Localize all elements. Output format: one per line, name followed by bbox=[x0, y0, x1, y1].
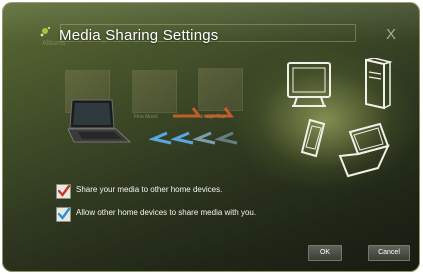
laptop-icon bbox=[67, 99, 132, 143]
sharing-arrows-icon bbox=[173, 107, 234, 118]
close-icon[interactable]: X bbox=[384, 26, 398, 44]
checkmark-icon bbox=[58, 185, 70, 197]
notebook-icon bbox=[338, 122, 390, 178]
ok-button[interactable]: OK bbox=[308, 245, 342, 261]
share-media-checkbox[interactable] bbox=[56, 184, 71, 199]
cancel-button[interactable]: Cancel bbox=[368, 245, 410, 261]
media-sharing-dialog: Media Sharing Settings Albums X Fine Mus… bbox=[2, 2, 420, 272]
checkmark-icon bbox=[58, 208, 70, 220]
desktop-monitor-icon bbox=[287, 62, 331, 107]
thumbnail-label: Fine Music bbox=[134, 114, 159, 120]
phone-icon bbox=[300, 118, 326, 158]
receiving-arrows-icon bbox=[149, 131, 238, 145]
dialog-title: Media Sharing Settings bbox=[59, 27, 219, 44]
allow-devices-label: Allow other home devices to share media … bbox=[76, 208, 257, 217]
allow-devices-checkbox[interactable] bbox=[56, 207, 71, 222]
devices-icon bbox=[287, 58, 393, 178]
media-sharing-icon bbox=[39, 25, 55, 41]
pc-tower-icon bbox=[365, 58, 393, 110]
ghost-subtitle: Albums bbox=[42, 40, 66, 47]
share-media-label: Share your media to other home devices. bbox=[76, 185, 223, 194]
